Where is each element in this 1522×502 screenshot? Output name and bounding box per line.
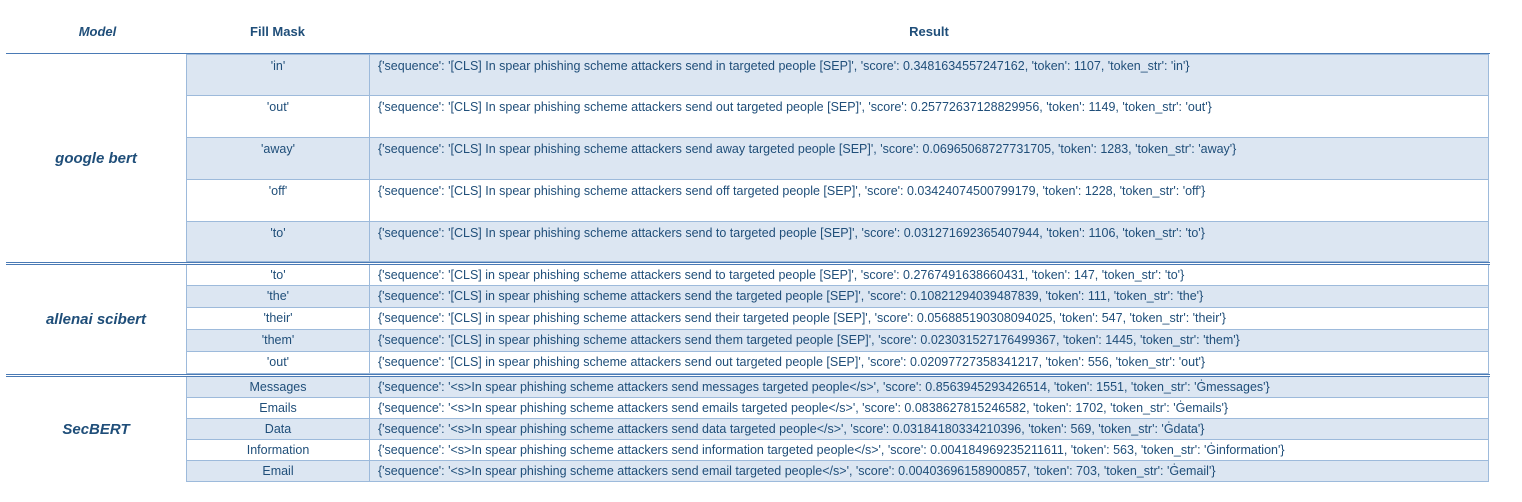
group-divider: [6, 374, 1490, 375]
header-model: Model: [78, 24, 117, 39]
result-cell: {'sequence': '[CLS] in spear phishing sc…: [378, 268, 1185, 282]
result-cell: {'sequence': '[CLS] in spear phishing sc…: [378, 311, 1226, 325]
result-cell: {'sequence': '<s>In spear phishing schem…: [378, 422, 1205, 436]
header-fill-mask: Fill Mask: [250, 24, 305, 39]
table-row: Messages {'sequence': '<s>In spear phish…: [186, 377, 1489, 398]
table-row: 'out' {'sequence': '[CLS] In spear phish…: [186, 96, 1489, 138]
table-row: 'to' {'sequence': '[CLS] in spear phishi…: [186, 265, 1489, 286]
result-cell: {'sequence': '[CLS] In spear phishing sc…: [378, 226, 1205, 240]
fill-mask-cell: Email: [187, 461, 370, 481]
result-cell: {'sequence': '[CLS] in spear phishing sc…: [378, 355, 1206, 369]
table-row: Email {'sequence': '<s>In spear phishing…: [186, 461, 1489, 482]
fill-mask-cell: 'the': [187, 286, 370, 307]
fill-mask-cell: Messages: [187, 377, 370, 397]
result-cell: {'sequence': '[CLS] In spear phishing sc…: [378, 100, 1212, 114]
group-divider: [6, 262, 1490, 263]
table-row: 'the' {'sequence': '[CLS] in spear phish…: [186, 286, 1489, 308]
result-cell: {'sequence': '<s>In spear phishing schem…: [378, 443, 1285, 457]
fill-mask-cell: 'them': [187, 330, 370, 351]
header-result: Result: [909, 24, 949, 39]
fill-mask-cell: 'out': [187, 352, 370, 373]
result-cell: {'sequence': '[CLS] In spear phishing sc…: [378, 59, 1190, 73]
table-row: Emails {'sequence': '<s>In spear phishin…: [186, 398, 1489, 419]
fill-mask-cell: 'in': [187, 55, 370, 95]
table-row: 'their' {'sequence': '[CLS] in spear phi…: [186, 308, 1489, 330]
fill-mask-cell: 'to': [187, 222, 370, 261]
fill-mask-cell: 'off': [187, 180, 370, 221]
fill-mask-cell: 'out': [187, 96, 370, 137]
fill-mask-cell: Information: [187, 440, 370, 460]
result-cell: {'sequence': '[CLS] in spear phishing sc…: [378, 289, 1204, 303]
table-row: 'out' {'sequence': '[CLS] in spear phish…: [186, 352, 1489, 374]
fill-mask-cell: 'to': [187, 265, 370, 285]
table-row: 'away' {'sequence': '[CLS] In spear phis…: [186, 138, 1489, 180]
table-row: 'them' {'sequence': '[CLS] in spear phis…: [186, 330, 1489, 352]
table-row: 'in' {'sequence': '[CLS] In spear phishi…: [186, 54, 1489, 96]
model-name-google-bert: google bert: [55, 149, 137, 167]
result-cell: {'sequence': '[CLS] In spear phishing sc…: [378, 184, 1206, 198]
model-name-allenai-scibert: allenai scibert: [45, 311, 147, 328]
result-cell: {'sequence': '<s>In spear phishing schem…: [378, 380, 1270, 394]
fill-mask-cell: 'their': [187, 308, 370, 329]
fill-mask-cell: Emails: [187, 398, 370, 418]
result-cell: {'sequence': '<s>In spear phishing schem…: [378, 464, 1216, 478]
table-row: Data {'sequence': '<s>In spear phishing …: [186, 419, 1489, 440]
fill-mask-cell: Data: [187, 419, 370, 439]
table-row: 'off' {'sequence': '[CLS] In spear phish…: [186, 180, 1489, 222]
model-name-secbert: SecBERT: [62, 421, 130, 438]
result-cell: {'sequence': '<s>In spear phishing schem…: [378, 401, 1229, 415]
result-cell: {'sequence': '[CLS] In spear phishing sc…: [378, 142, 1237, 156]
table-row: 'to' {'sequence': '[CLS] In spear phishi…: [186, 222, 1489, 262]
fill-mask-cell: 'away': [187, 138, 370, 179]
result-cell: {'sequence': '[CLS] in spear phishing sc…: [378, 333, 1240, 347]
table-row: Information {'sequence': '<s>In spear ph…: [186, 440, 1489, 461]
